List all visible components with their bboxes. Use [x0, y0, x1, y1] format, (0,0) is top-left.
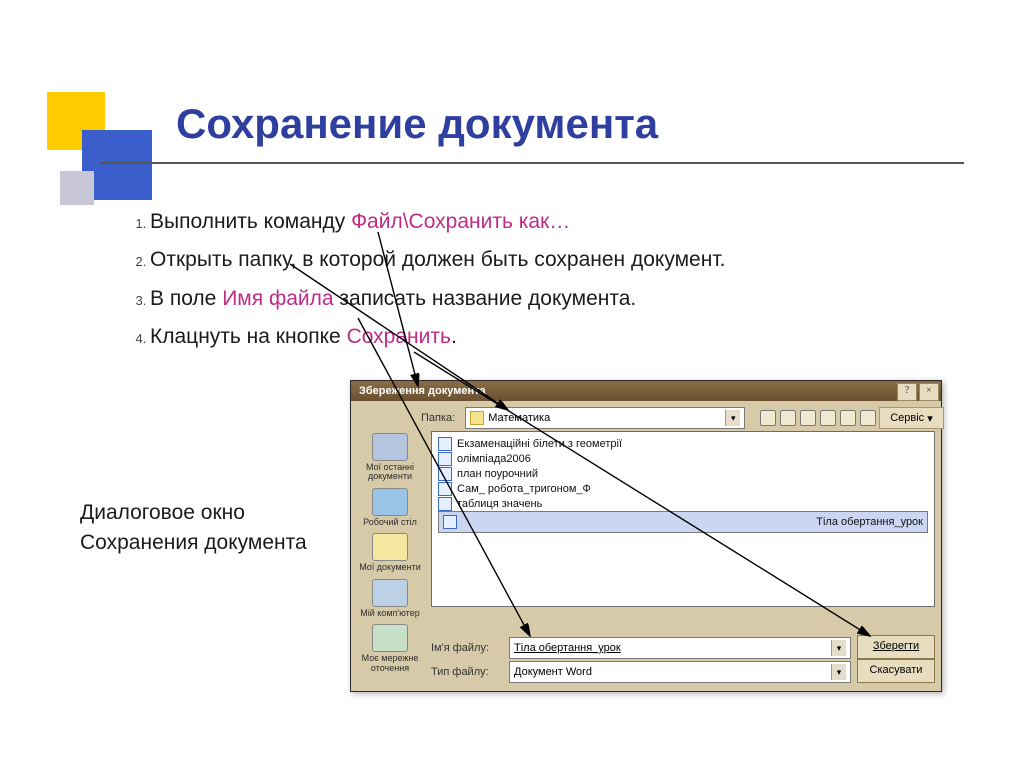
chevron-down-icon: ▾	[831, 640, 846, 656]
step-1-accent: Файл\Сохранить как…	[351, 210, 570, 233]
desktop-icon	[372, 488, 408, 516]
back-icon[interactable]	[760, 410, 776, 426]
filename-input[interactable]: Тіла обертання_урок ▾	[509, 637, 851, 659]
step-1-pre: Выполнить команду	[150, 210, 351, 233]
dialog-toolbar: Сервіс ▾	[759, 407, 944, 429]
word-doc-icon	[443, 515, 457, 529]
filetype-dropdown[interactable]: Документ Word ▾	[509, 661, 851, 683]
filename-value: Тіла обертання_урок	[514, 642, 621, 654]
dialog-help-button[interactable]: ?	[897, 383, 917, 401]
dialog-caption: Диалоговое окно Сохранения документа	[80, 498, 307, 559]
folder-label: Папка:	[421, 412, 455, 424]
list-item[interactable]: Екзаменаційні білети з геометрії	[438, 436, 928, 451]
list-item[interactable]: таблиця значень	[438, 496, 928, 511]
new-folder-icon[interactable]	[840, 410, 856, 426]
recent-icon	[372, 433, 408, 461]
places-mydocs[interactable]: Мої документи	[358, 533, 422, 572]
filename-label: Ім'я файлу:	[431, 642, 501, 654]
places-desktop[interactable]: Робочий стіл	[358, 488, 422, 527]
places-mycomputer[interactable]: Мій комп'ютер	[358, 579, 422, 618]
word-doc-icon	[438, 452, 452, 466]
step-2: Открыть папку, в которой должен быть сох…	[150, 246, 928, 274]
search-web-icon[interactable]	[800, 410, 816, 426]
step-3-accent: Имя файла	[222, 287, 333, 310]
step-3-post: записать название документа.	[334, 287, 637, 310]
list-item[interactable]: Тіла обертання_урок	[438, 511, 928, 533]
step-1: Выполнить команду Файл\Сохранить как…	[150, 208, 928, 236]
dialog-title-text: Збереження документа	[359, 381, 486, 401]
places-network[interactable]: Моє мережне оточення	[358, 624, 422, 673]
folder-value: Математика	[488, 412, 550, 424]
list-item[interactable]: план поурочний	[438, 466, 928, 481]
dialog-caption-line1: Диалоговое окно	[80, 498, 307, 528]
steps-list: Выполнить команду Файл\Сохранить как… От…	[88, 208, 928, 351]
filetype-value: Документ Word	[514, 666, 592, 678]
title-underline	[100, 162, 964, 164]
dialog-close-button[interactable]: ×	[919, 383, 939, 401]
decor-square-grey	[60, 171, 94, 205]
save-button[interactable]: Зберегти	[857, 635, 935, 659]
places-recent[interactable]: Мої останні документи	[358, 433, 422, 482]
step-4: Клацнуть на кнопке Сохранить.	[150, 323, 928, 351]
list-item[interactable]: олімпіада2006	[438, 451, 928, 466]
word-doc-icon	[438, 482, 452, 496]
word-doc-icon	[438, 467, 452, 481]
chevron-down-icon: ▾	[725, 410, 740, 426]
computer-icon	[372, 579, 408, 607]
delete-icon[interactable]	[820, 410, 836, 426]
cancel-button[interactable]: Скасувати	[857, 659, 935, 683]
network-icon	[372, 624, 408, 652]
service-menu[interactable]: Сервіс ▾	[879, 407, 944, 429]
dialog-titlebar[interactable]: Збереження документа ? ×	[351, 381, 941, 401]
up-icon[interactable]	[780, 410, 796, 426]
list-item[interactable]: Сам_ робота_тригоном_Ф	[438, 481, 928, 496]
dialog-caption-line2: Сохранения документа	[80, 528, 307, 558]
step-4-pre: Клацнуть на кнопке	[150, 325, 347, 348]
slide-title: Сохранение документа	[176, 100, 658, 148]
folder-icon	[470, 411, 484, 425]
word-doc-icon	[438, 437, 452, 451]
places-bar: Мої останні документи Робочий стіл Мої д…	[355, 431, 425, 685]
filetype-label: Тип файлу:	[431, 666, 501, 678]
step-3: В поле Имя файла записать название докум…	[150, 285, 928, 313]
step-4-post: .	[451, 325, 457, 348]
folder-dropdown[interactable]: Математика ▾	[465, 407, 745, 429]
file-list[interactable]: Екзаменаційні білети з геометрії олімпіа…	[431, 431, 935, 607]
mydocs-icon	[372, 533, 408, 561]
views-icon[interactable]	[860, 410, 876, 426]
step-4-accent: Сохранить	[347, 325, 451, 348]
step-3-pre: В поле	[150, 287, 222, 310]
chevron-down-icon: ▾	[831, 664, 846, 680]
step-2-pre: Открыть папку, в которой должен быть сох…	[150, 248, 725, 271]
save-as-dialog: Збереження документа ? × Папка: Математи…	[350, 380, 942, 692]
word-doc-icon	[438, 497, 452, 511]
